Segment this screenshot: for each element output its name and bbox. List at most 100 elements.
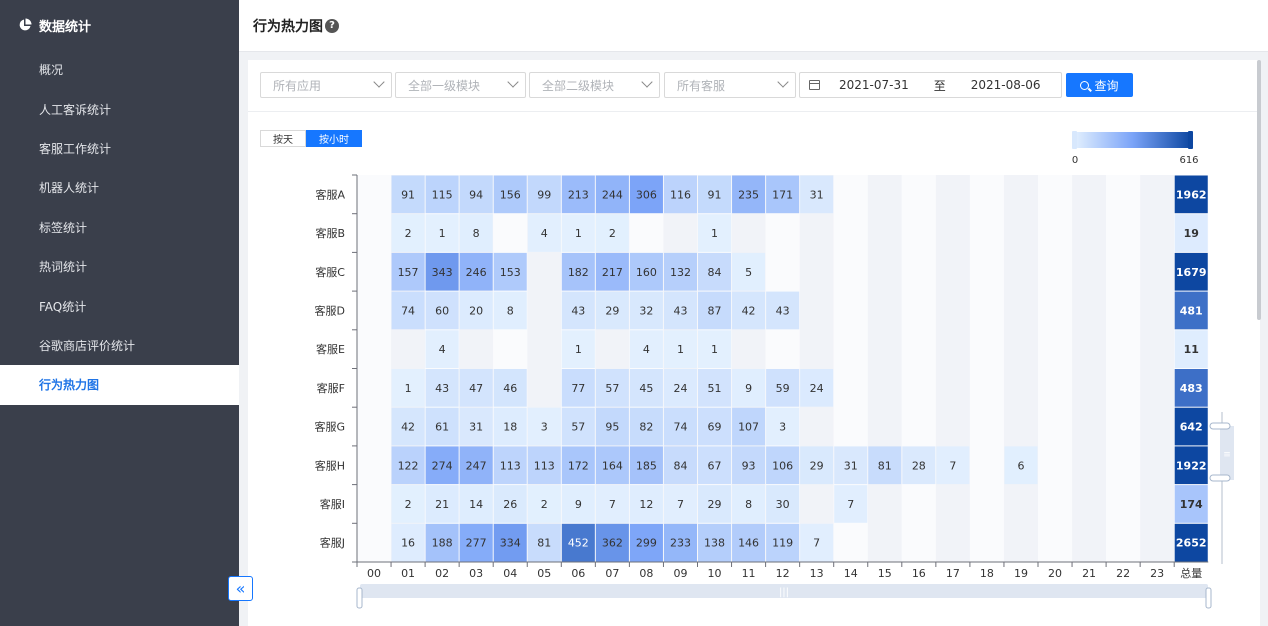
sidebar-item[interactable]: 谷歌商店评价统计: [0, 326, 239, 365]
heatmap-cell-label: 69: [708, 421, 722, 434]
visual-map-max-handle[interactable]: [1188, 131, 1193, 149]
heatmap-cell-label: 106: [772, 459, 793, 472]
heatmap-cell-label: 84: [673, 459, 687, 472]
heatmap-cell-label: 67: [708, 459, 722, 472]
heatmap-cell-label: 81: [537, 537, 551, 550]
pie-chart-icon: [19, 18, 32, 31]
heatmap-cell-label: 20: [469, 304, 483, 317]
x-axis-label: 05: [537, 567, 551, 580]
x-axis-label: 01: [401, 567, 415, 580]
y-axis-label: 客服G: [314, 420, 345, 434]
sidebar-item[interactable]: 行为热力图: [0, 365, 239, 405]
column-band: [1072, 175, 1107, 562]
x-axis-label: 12: [776, 567, 790, 580]
heatmap-cell-label: 31: [810, 188, 824, 201]
sidebar-item[interactable]: 热词统计: [0, 247, 239, 286]
heatmap-cell-label: 84: [708, 266, 722, 279]
sidebar-item[interactable]: 标签统计: [0, 208, 239, 247]
heatmap-cell-label: 8: [473, 227, 480, 240]
y-datazoom-bottom-handle[interactable]: [1209, 474, 1231, 482]
column-band: [1038, 175, 1073, 562]
heatmap-cell-label: 91: [401, 188, 415, 201]
heatmap-cell-label: 24: [673, 382, 687, 395]
column-band: [1140, 175, 1175, 562]
help-icon[interactable]: ?: [325, 18, 339, 33]
heatmap-cell-label: 107: [738, 421, 759, 434]
heatmap-cell-label: 61: [435, 421, 449, 434]
heatmap-cell-label: 7: [847, 498, 854, 511]
heatmap-cell-label: 2: [541, 498, 548, 511]
heatmap-cell-label: 29: [810, 459, 824, 472]
heatmap-cell-label: 43: [571, 304, 585, 317]
x-axis-label: 04: [503, 567, 517, 580]
sidebar-header[interactable]: 数据统计: [0, 0, 239, 50]
heatmap-cell-label: 81: [878, 459, 892, 472]
x-axis-label: 09: [673, 567, 687, 580]
visual-map[interactable]: 0 616: [1072, 131, 1199, 166]
heatmap-cell-label: 14: [469, 498, 483, 511]
heatmap-cell-label: 1: [711, 343, 718, 356]
heatmap-cell-label: 1922: [1176, 459, 1207, 472]
heatmap-cell-label: 57: [571, 421, 585, 434]
heatmap-cell-label: 1962: [1176, 188, 1207, 201]
sidebar-item[interactable]: FAQ统计: [0, 286, 239, 325]
heatmap-cell-label: 93: [742, 459, 756, 472]
collapse-sidebar-button[interactable]: «: [228, 576, 253, 601]
heatmap-cell-label: 244: [602, 188, 623, 201]
heatmap-cell-label: 2: [405, 498, 412, 511]
x-axis-label: 16: [912, 567, 926, 580]
heatmap-cell-label: 46: [503, 382, 517, 395]
heatmap-cell-label: 362: [602, 537, 623, 550]
column-band: [799, 175, 834, 562]
heatmap-cell-label: 481: [1180, 304, 1203, 317]
heatmap-cell-label: 3: [541, 421, 548, 434]
heatmap-cell-label: 95: [605, 421, 619, 434]
heatmap-cell-label: 7: [949, 459, 956, 472]
column-band: [1106, 175, 1141, 562]
double-chevron-left-icon: «: [235, 579, 246, 598]
heatmap-cell-label: 94: [469, 188, 483, 201]
heatmap-cell-label: 1: [677, 343, 684, 356]
heatmap-cell-label: 235: [738, 188, 759, 201]
heatmap-cell-label: 91: [708, 188, 722, 201]
x-datazoom-right-handle[interactable]: [1205, 587, 1212, 609]
heatmap-cell-label: 113: [500, 459, 521, 472]
heatmap-cell-label: 43: [776, 304, 790, 317]
heatmap-cell-label: 7: [609, 498, 616, 511]
x-axis-label: 00: [367, 567, 381, 580]
page-scrollbar[interactable]: [1257, 60, 1261, 320]
x-axis-label: 15: [878, 567, 892, 580]
heatmap-cell-label: 99: [537, 188, 551, 201]
heatmap-cell-label: 452: [568, 537, 589, 550]
sidebar-item[interactable]: 概况: [0, 50, 239, 89]
heatmap-cell-label: 8: [507, 304, 514, 317]
visual-map-min-handle[interactable]: [1072, 131, 1077, 149]
heatmap-cell-label: 157: [398, 266, 419, 279]
heatmap-cell-label: 1: [405, 382, 412, 395]
heatmap-cell-label: 1679: [1176, 266, 1207, 279]
heatmap-cell-label: 156: [500, 188, 521, 201]
heatmap-cell-label: 343: [432, 266, 453, 279]
heatmap-cell-label: 82: [639, 421, 653, 434]
column-band: [901, 175, 936, 562]
x-datazoom[interactable]: |||: [356, 584, 1212, 609]
x-axis-label: 17: [946, 567, 960, 580]
sidebar-item[interactable]: 机器人统计: [0, 168, 239, 207]
sidebar-item[interactable]: 客服工作统计: [0, 129, 239, 168]
heatmap-cell-label: 30: [776, 498, 790, 511]
heatmap-cell-label: 42: [401, 421, 415, 434]
x-axis-label: 08: [639, 567, 653, 580]
heatmap-cell-label: 185: [636, 459, 657, 472]
page-header: 行为热力图 ?: [239, 0, 1268, 52]
sidebar-item[interactable]: 人工客诉统计: [0, 89, 239, 128]
heatmap-cell-label: 29: [708, 498, 722, 511]
heatmap-cell-label: 31: [844, 459, 858, 472]
y-datazoom[interactable]: ≡: [1209, 412, 1234, 564]
heatmap-cell-label: 45: [639, 382, 653, 395]
y-datazoom-top-handle[interactable]: [1209, 422, 1231, 430]
x-datazoom-left-handle[interactable]: [356, 587, 363, 609]
heatmap-cell-label: 233: [670, 537, 691, 550]
heatmap-cell-label: 43: [673, 304, 687, 317]
heatmap-cell-label: 2: [405, 227, 412, 240]
heatmap-cell-label: 188: [432, 537, 453, 550]
